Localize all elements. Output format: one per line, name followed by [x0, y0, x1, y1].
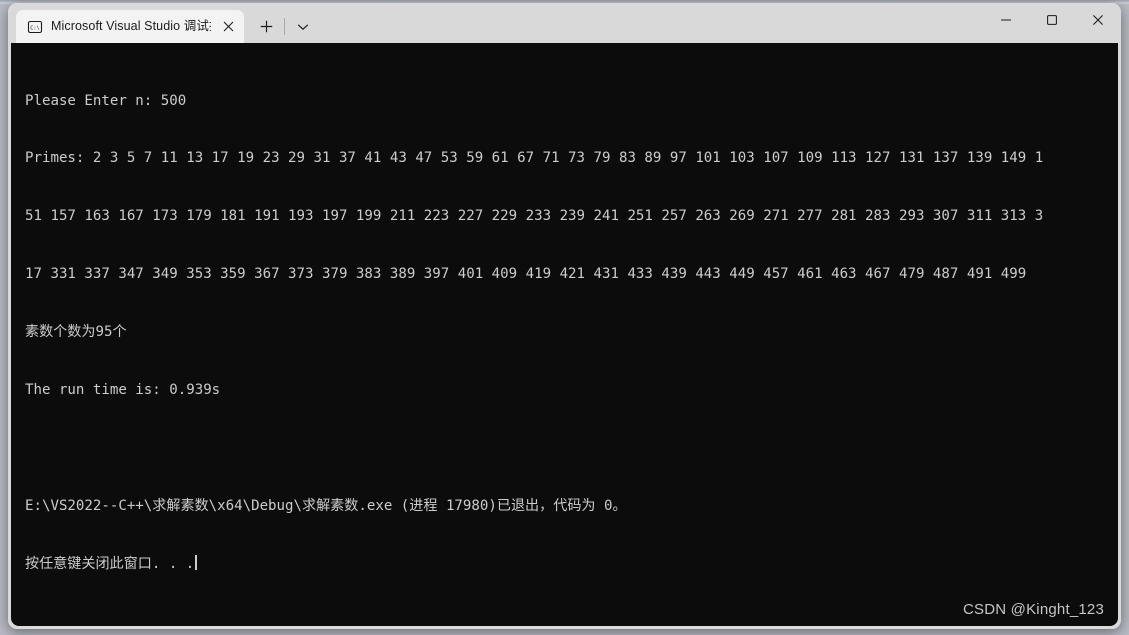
- minimize-button[interactable]: [983, 3, 1029, 36]
- tab-title: Microsoft Visual Studio 调试控制台: [51, 19, 211, 33]
- windows-terminal-window: C:\ Microsoft Visual Studio 调试控制台: [8, 3, 1121, 629]
- command-prompt-icon: C:\: [27, 19, 43, 35]
- watermark: CSDN @Kinght_123: [963, 601, 1104, 618]
- console-line: Primes: 2 3 5 7 11 13 17 19 23 29 31 37 …: [25, 150, 1044, 167]
- new-tab-button[interactable]: [250, 10, 282, 43]
- close-button[interactable]: [1075, 3, 1121, 36]
- console-line: Please Enter n: 500: [25, 92, 187, 109]
- tab-close-icon[interactable]: [219, 17, 238, 36]
- chevron-down-icon[interactable]: [287, 10, 319, 43]
- text-cursor: [195, 554, 197, 570]
- console-line: The run time is: 0.939s: [25, 382, 221, 399]
- console-line: 素数个数为95个: [25, 324, 127, 341]
- console-output-area[interactable]: Please Enter n: 500 Primes: 2 3 5 7 11 1…: [11, 43, 1118, 626]
- title-bar: C:\ Microsoft Visual Studio 调试控制台: [8, 3, 1121, 43]
- svg-text:C:\: C:\: [30, 25, 39, 31]
- tab-strip: C:\ Microsoft Visual Studio 调试控制台: [8, 3, 983, 43]
- console-text: Please Enter n: 500 Primes: 2 3 5 7 11 1…: [25, 53, 1116, 613]
- console-line: E:\VS2022--C++\求解素数\x64\Debug\求解素数.exe (…: [25, 497, 627, 514]
- window-controls: [983, 3, 1121, 43]
- console-line: 51 157 163 167 173 179 181 191 193 197 1…: [25, 208, 1044, 225]
- tab-visual-studio-debug-console[interactable]: C:\ Microsoft Visual Studio 调试控制台: [16, 10, 244, 43]
- maximize-button[interactable]: [1029, 3, 1075, 36]
- tab-strip-separator: [284, 18, 285, 35]
- console-line-with-cursor: 按任意键关闭此窗口. . .: [25, 554, 1116, 574]
- console-line: 17 331 337 347 349 353 359 367 373 379 3…: [25, 266, 1027, 283]
- console-line-text: 按任意键关闭此窗口. . .: [25, 555, 195, 572]
